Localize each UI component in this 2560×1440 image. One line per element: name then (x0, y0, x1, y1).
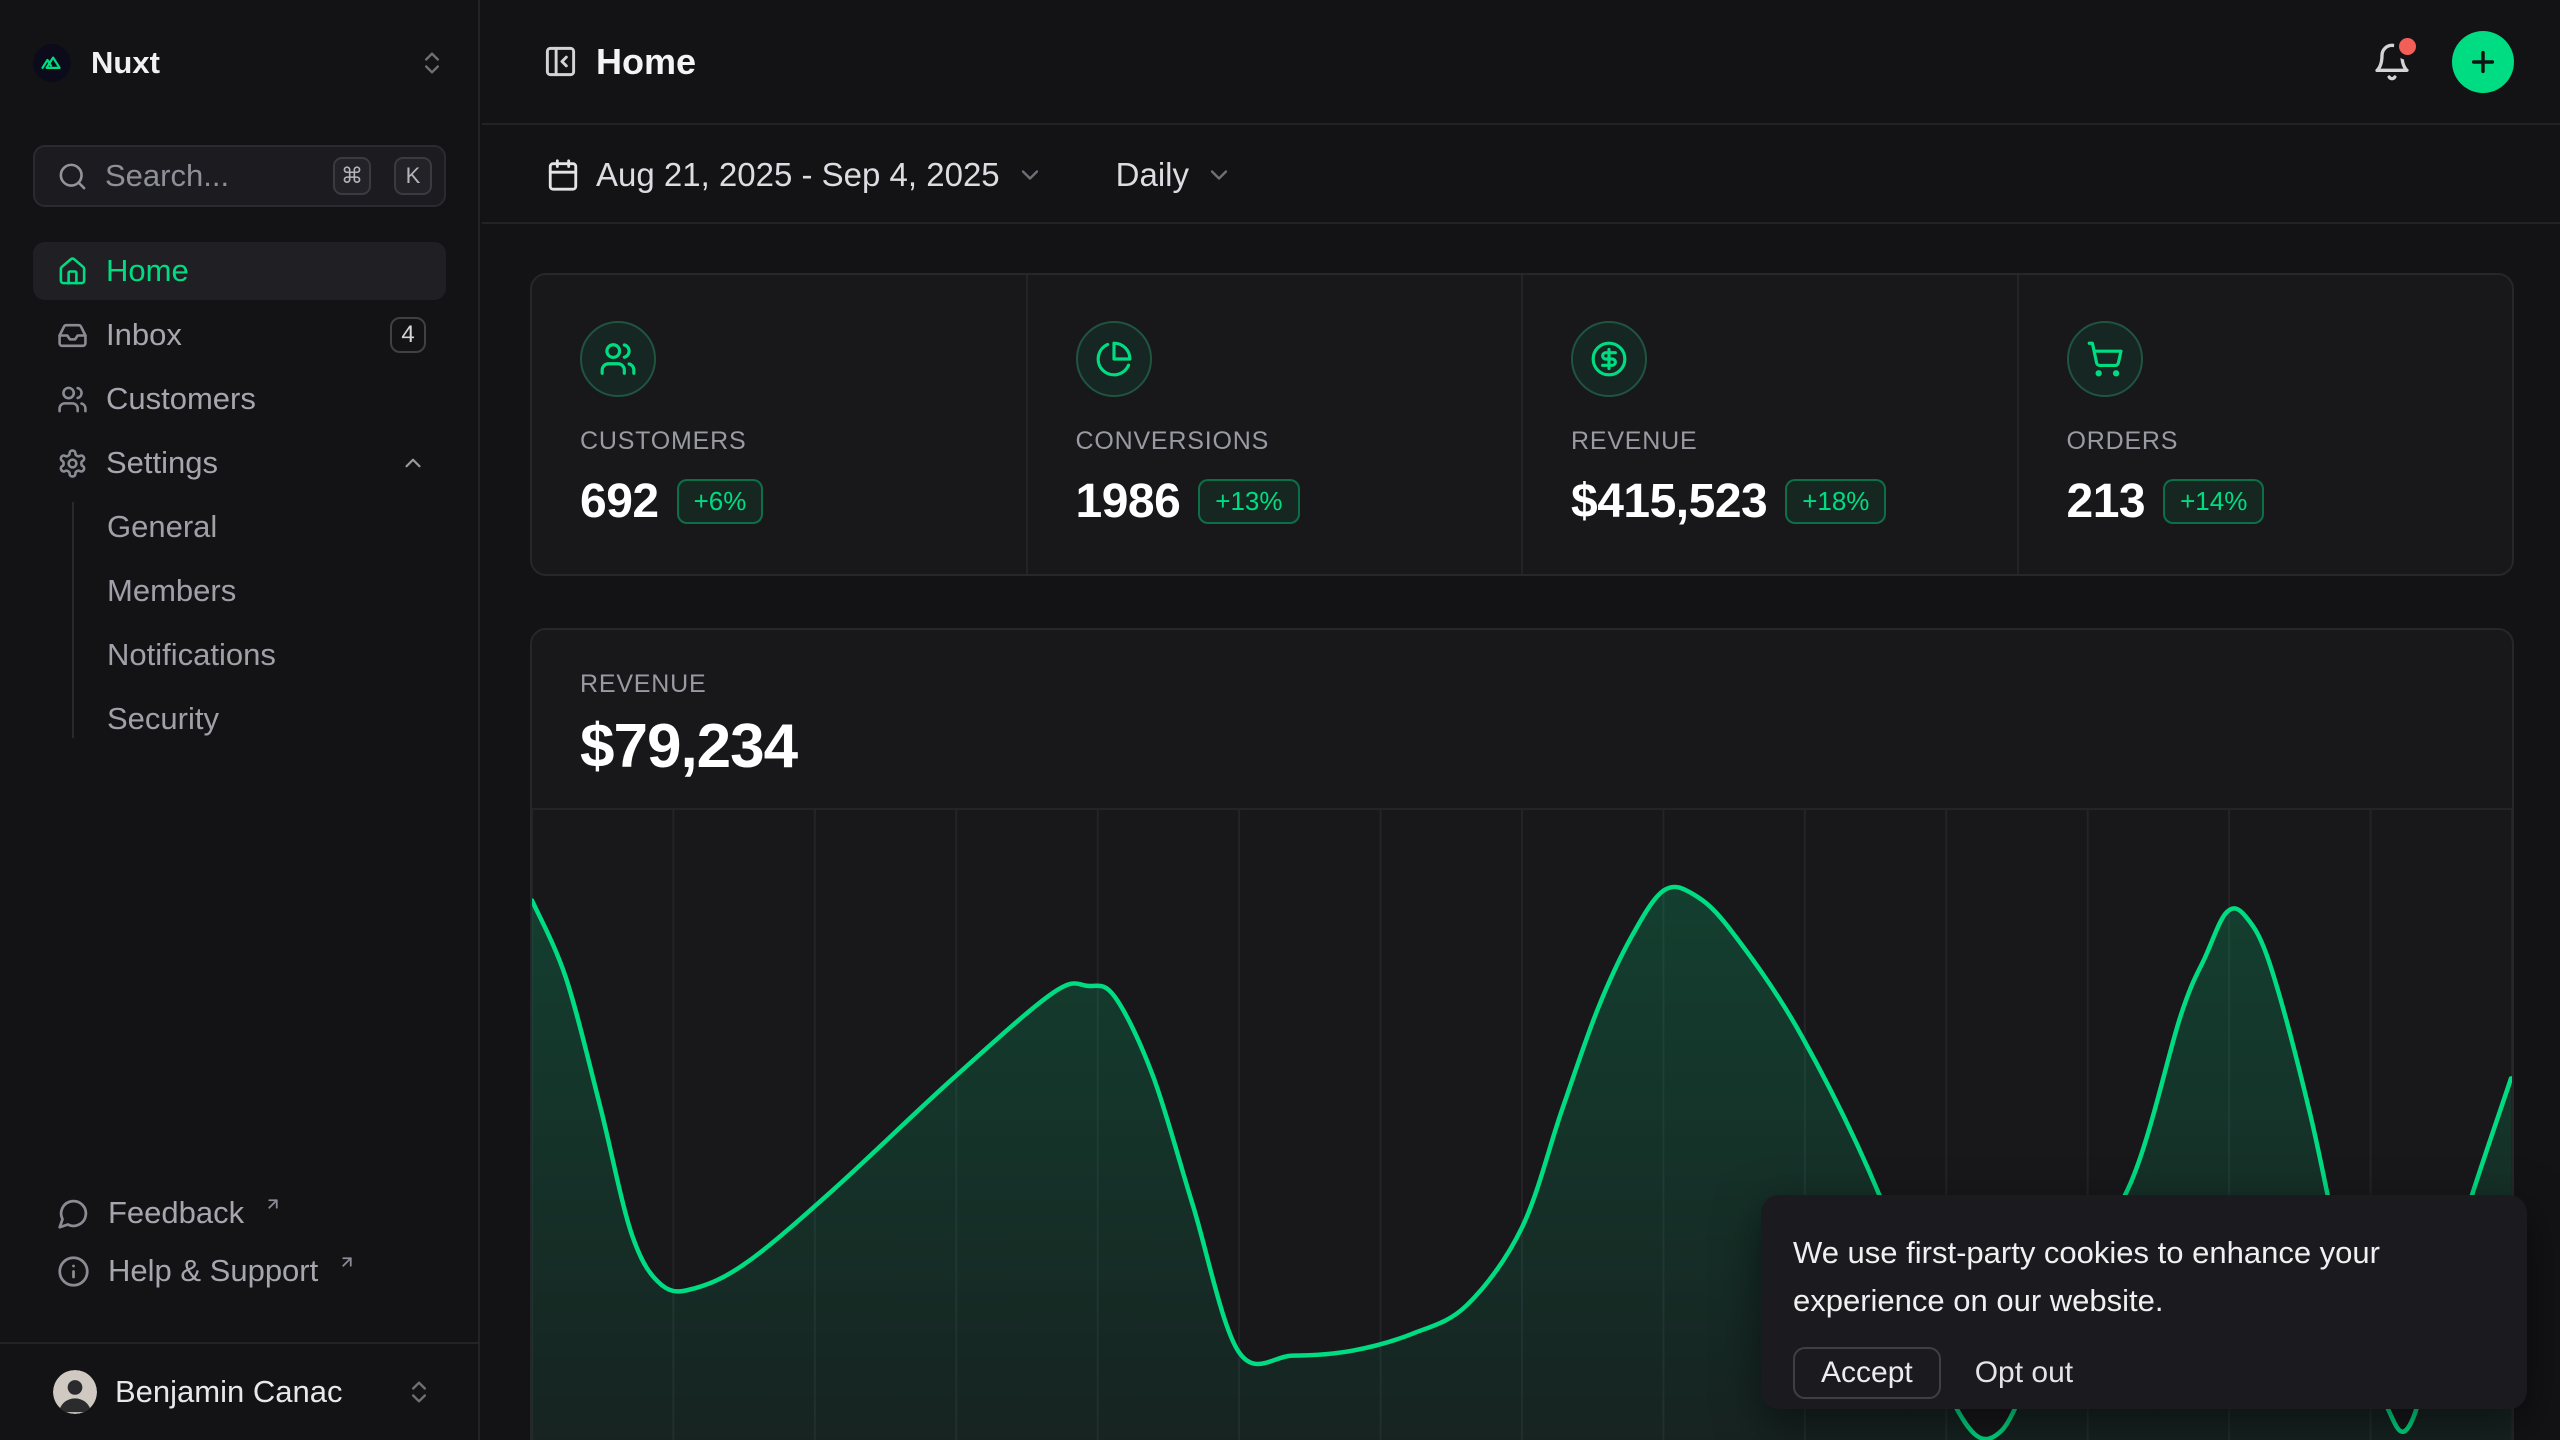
user-section: Benjamin Canac (0, 1342, 478, 1440)
date-range-value: Aug 21, 2025 - Sep 4, 2025 (596, 156, 1000, 194)
settings-sub-list: General Members Notifications Security (33, 498, 446, 748)
granularity-value: Daily (1116, 156, 1189, 194)
kbd-cmd: ⌘ (333, 157, 371, 195)
house-icon (57, 256, 88, 287)
search-input[interactable]: Search... ⌘ K (33, 145, 446, 207)
plus-icon (2467, 46, 2499, 78)
gear-icon (57, 448, 88, 479)
circle-dollar-icon (1571, 321, 1647, 397)
add-button[interactable] (2452, 31, 2514, 93)
stat-value: 213 (2067, 474, 2146, 529)
search-icon (57, 161, 88, 192)
stat-value: 692 (580, 474, 659, 529)
user-name: Benjamin Canac (115, 1374, 387, 1410)
search-placeholder: Search... (105, 158, 310, 194)
chart-pie-icon (1076, 321, 1152, 397)
notification-dot (2399, 38, 2416, 55)
accept-button[interactable]: Accept (1793, 1347, 1941, 1399)
calendar-icon (546, 158, 580, 192)
inbox-count-badge: 4 (390, 317, 426, 353)
date-range-picker[interactable]: Aug 21, 2025 - Sep 4, 2025 (546, 156, 1044, 194)
kbd-k: K (394, 157, 432, 195)
delta-badge: +14% (2163, 479, 2264, 524)
panel-left-close-icon[interactable] (543, 44, 578, 79)
inbox-icon (57, 320, 88, 351)
opt-out-button[interactable]: Opt out (1965, 1349, 2083, 1397)
sidebar-item-inbox[interactable]: Inbox 4 (33, 306, 446, 364)
shopping-cart-icon (2067, 321, 2143, 397)
stats-row: CUSTOMERS 692 +6% CONVERSIONS 1986 +13% (530, 273, 2514, 576)
sidebar-item-members[interactable]: Members (73, 562, 446, 620)
stat-card-orders[interactable]: ORDERS 213 +14% (2017, 275, 2513, 574)
delta-badge: +13% (1198, 479, 1299, 524)
stat-card-revenue[interactable]: REVENUE $415,523 +18% (1521, 275, 2017, 574)
sidebar-item-notifications[interactable]: Notifications (73, 626, 446, 684)
chevron-up-icon (400, 450, 426, 476)
team-switcher[interactable]: Nuxt (33, 33, 446, 93)
user-menu[interactable]: Benjamin Canac (33, 1370, 445, 1414)
arrow-up-right-icon (264, 1195, 282, 1213)
sidebar-item-home[interactable]: Home (33, 242, 446, 300)
arrow-up-right-icon (338, 1253, 356, 1271)
granularity-select[interactable]: Daily (1116, 156, 1233, 194)
sidebar-item-security[interactable]: Security (73, 690, 446, 748)
sidebar-footer: Feedback Help & Support (33, 1184, 446, 1300)
notifications-button[interactable] (2372, 42, 2412, 82)
chevrons-up-down-icon (418, 49, 446, 77)
stat-card-conversions[interactable]: CONVERSIONS 1986 +13% (1026, 275, 1522, 574)
info-icon (57, 1255, 90, 1288)
sidebar-item-help-support[interactable]: Help & Support (33, 1242, 446, 1300)
stat-value: 1986 (1076, 474, 1181, 529)
message-circle-icon (57, 1197, 90, 1230)
main-header: Home (482, 0, 2560, 125)
chevrons-up-down-icon (405, 1378, 433, 1406)
sidebar-item-customers[interactable]: Customers (33, 370, 446, 428)
nuxt-logo-icon (33, 44, 71, 82)
users-icon (580, 321, 656, 397)
chevron-down-icon (1205, 161, 1233, 189)
sidebar-nav: Home Inbox 4 Customers Settings (33, 242, 446, 754)
chevron-down-icon (1016, 161, 1044, 189)
sidebar-item-feedback[interactable]: Feedback (33, 1184, 446, 1242)
sidebar: Nuxt Search... ⌘ K Home (0, 0, 480, 1440)
toolbar: Aug 21, 2025 - Sep 4, 2025 Daily (482, 127, 2560, 224)
revenue-chart-label: REVENUE (580, 670, 2464, 699)
stat-value: $415,523 (1571, 474, 1767, 529)
cookie-banner: We use first-party cookies to enhance yo… (1761, 1195, 2527, 1409)
revenue-chart-value: $79,234 (580, 711, 2464, 782)
stat-card-customers[interactable]: CUSTOMERS 692 +6% (532, 275, 1026, 574)
cookie-message: We use first-party cookies to enhance yo… (1793, 1229, 2493, 1325)
delta-badge: +6% (677, 479, 764, 524)
page-title: Home (596, 41, 696, 83)
sidebar-item-general[interactable]: General (73, 498, 446, 556)
sidebar-item-settings[interactable]: Settings (33, 434, 446, 492)
avatar (53, 1370, 97, 1414)
team-name: Nuxt (91, 45, 398, 81)
delta-badge: +18% (1785, 479, 1886, 524)
users-icon (57, 384, 88, 415)
